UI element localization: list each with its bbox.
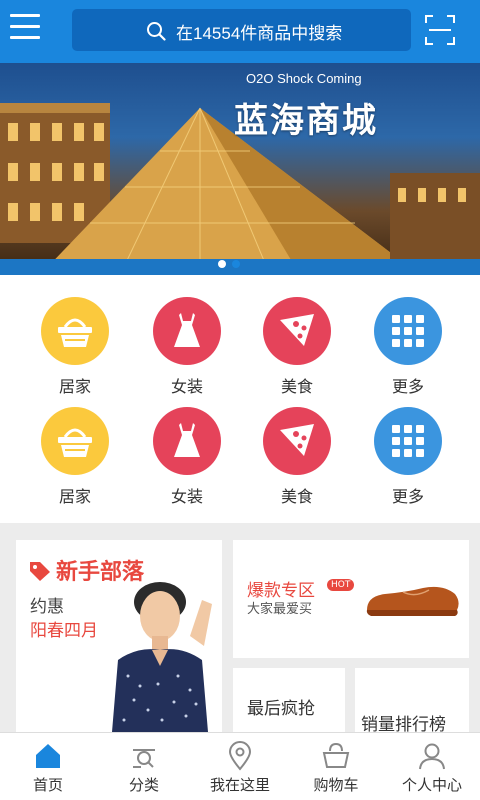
category-home[interactable]: 居家 xyxy=(30,297,120,397)
banner-title: 蓝海商城 xyxy=(234,101,378,141)
search-icon xyxy=(147,22,166,41)
tab-cart[interactable]: 购物车 xyxy=(288,733,384,800)
category-home[interactable]: 居家 xyxy=(30,407,120,507)
tab-profile[interactable]: 个人中心 xyxy=(384,733,480,800)
promo-newbie-line2: 阳春四月 xyxy=(30,621,98,641)
promo-newbie-line1: 约惠 xyxy=(30,597,64,617)
carousel-indicator xyxy=(218,253,246,272)
category-food[interactable]: 美食 xyxy=(252,407,342,507)
dress-icon xyxy=(153,407,221,475)
carousel-dot-active[interactable] xyxy=(232,260,240,268)
user-icon xyxy=(419,743,445,770)
search-input[interactable]: 在14554件商品中搜索 xyxy=(72,9,411,51)
tab-label: 首页 xyxy=(32,776,63,794)
menu-icon[interactable] xyxy=(10,14,40,44)
category-label: 女装 xyxy=(170,487,203,506)
location-icon xyxy=(228,741,252,771)
tab-label: 分类 xyxy=(128,776,159,794)
top-bar: 在14554件商品中搜索 xyxy=(0,0,480,63)
category-label: 更多 xyxy=(391,487,424,506)
category-icon xyxy=(133,749,155,768)
category-label: 居家 xyxy=(58,377,91,396)
pizza-icon xyxy=(263,297,331,365)
grid-icon xyxy=(374,407,442,475)
tab-label: 购物车 xyxy=(313,776,359,794)
bottom-tab-bar: 首页 分类 我在这里 购物车 个人中心 xyxy=(0,732,480,800)
cart-icon xyxy=(322,742,350,768)
banner-subtitle: O2O Shock Coming xyxy=(246,71,362,86)
promo-newbie-card[interactable]: 新手部落 约惠 阳春四月 xyxy=(16,540,222,732)
promo-rank-card[interactable]: 销量排行榜 xyxy=(355,668,469,735)
tab-category[interactable]: 分类 xyxy=(96,733,192,800)
category-label: 美食 xyxy=(280,377,313,396)
model-photo xyxy=(112,582,212,732)
dress-icon xyxy=(153,297,221,365)
promo-banner[interactable]: O2O Shock Coming 蓝海商城 xyxy=(0,63,480,275)
category-more[interactable]: 更多 xyxy=(363,297,453,397)
carousel-dot[interactable] xyxy=(218,260,226,268)
category-label: 更多 xyxy=(391,377,424,396)
category-womens-wear[interactable]: 女装 xyxy=(142,407,232,507)
category-label: 美食 xyxy=(280,487,313,506)
home-icon xyxy=(36,744,60,768)
category-food[interactable]: 美食 xyxy=(252,297,342,397)
category-label: 女装 xyxy=(170,377,203,396)
shoe-image xyxy=(366,586,459,616)
promo-last-card[interactable]: 最后疯抢 xyxy=(233,668,345,732)
tab-location[interactable]: 我在这里 xyxy=(192,733,288,800)
category-womens-wear[interactable]: 女装 xyxy=(142,297,232,397)
promo-last-title: 最后疯抢 xyxy=(247,699,315,719)
grid-icon xyxy=(374,297,442,365)
search-placeholder: 在14554件商品中搜索 xyxy=(176,24,343,43)
scan-icon[interactable] xyxy=(424,14,456,46)
category-label: 居家 xyxy=(58,487,91,506)
pizza-icon xyxy=(263,407,331,475)
hot-badge: HOT xyxy=(327,579,355,591)
tab-label: 我在这里 xyxy=(209,776,270,794)
category-more[interactable]: 更多 xyxy=(363,407,453,507)
promo-hot-subtitle: 大家最爱买 xyxy=(247,602,313,617)
tab-label: 个人中心 xyxy=(401,776,462,794)
tab-home[interactable]: 首页 xyxy=(0,733,96,800)
category-grid: 居家 女装 美食 更多 居家 女装 美食 更多 xyxy=(0,275,480,523)
basket-icon xyxy=(41,407,109,475)
promo-hot-card[interactable]: 爆款专区 HOT 大家最爱买 xyxy=(233,540,469,658)
basket-icon xyxy=(41,297,109,365)
tag-icon xyxy=(30,562,50,581)
